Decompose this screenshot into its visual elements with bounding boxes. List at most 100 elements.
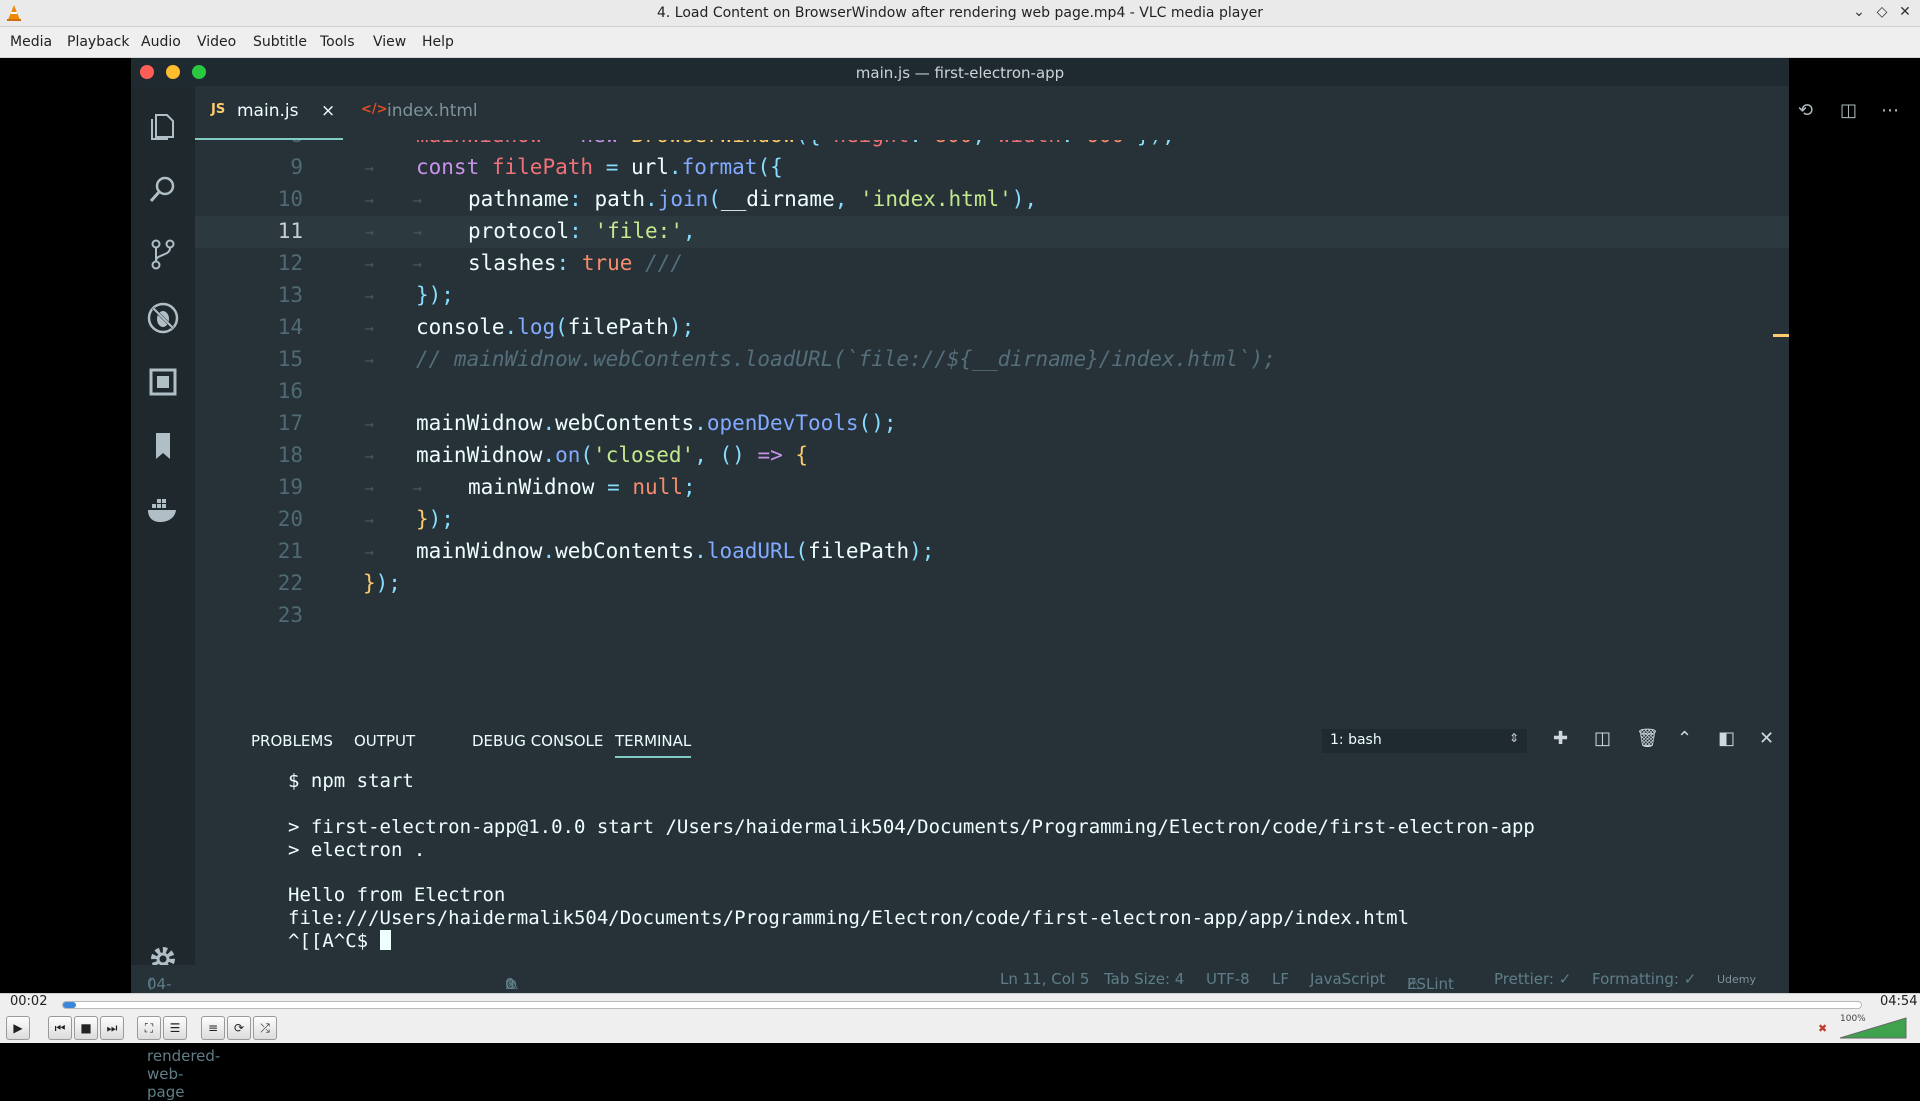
menu-playback[interactable]: Playback — [67, 27, 129, 50]
menu-video[interactable]: Video — [197, 27, 236, 50]
close-icon[interactable]: ✕ — [1896, 4, 1914, 20]
prettier-status[interactable]: Prettier: ✓ — [1494, 970, 1571, 988]
new-terminal-icon[interactable]: ✚ — [1553, 728, 1568, 749]
select-arrow-icon: ⇕ — [1508, 731, 1519, 745]
terminal-cursor — [379, 930, 391, 950]
menu-tools[interactable]: Tools — [320, 27, 355, 50]
toggle-panel-position-icon[interactable]: ◧ — [1718, 728, 1735, 749]
javascript-file-icon: JS — [211, 102, 226, 117]
panel-tab-output[interactable]: OUTPUT — [354, 732, 415, 750]
search-icon — [149, 176, 175, 202]
code-line: 19 → → mainWidnow = null; — [277, 475, 696, 499]
vscode-title-bar: main.js — first-electron-app — [131, 58, 1789, 86]
terminal-line: $ npm start — [288, 770, 414, 792]
code-line: 15 → // mainWidnow.webContents.loadURL(`… — [277, 347, 1276, 371]
player-controls: 00:02 04:54 ▶ ⏮ ■ ⏭ ⛶ ☰ ≡ ⟳ ⤮ ✖ 100% — [0, 993, 1920, 1043]
html-file-icon: </> — [361, 102, 388, 117]
menu-subtitle[interactable]: Subtitle — [253, 27, 307, 50]
code-line: 20 → }); — [277, 507, 454, 531]
minimize-icon[interactable]: ⌄ — [1850, 4, 1868, 20]
next-icon[interactable]: ⏭ — [100, 1016, 124, 1040]
tab-size[interactable]: Tab Size: 4 — [1104, 970, 1184, 988]
docker-icon — [148, 499, 176, 522]
menu-view[interactable]: View — [373, 27, 406, 50]
tab-index-html[interactable]: </> index.html — [351, 86, 491, 140]
menu-media[interactable]: Media — [10, 27, 52, 50]
tab-label: main.js — [237, 101, 299, 121]
code-line: 12 → → slashes: true /// — [277, 251, 683, 275]
close-panel-icon[interactable]: ✕ — [1759, 728, 1774, 749]
code-line: 14 → console.log(filePath); — [277, 315, 695, 339]
explorer-icon — [151, 114, 174, 140]
status-bar: ᚴ 04-loading-page-after-rendered-web-pag… — [131, 965, 1789, 1101]
maximize-icon[interactable]: ◇ — [1873, 4, 1891, 20]
code-line: 9 → const filePath = url.format({ — [290, 155, 783, 179]
terminal-line: Hello from Electron — [288, 884, 506, 906]
seek-bar[interactable] — [62, 1001, 1862, 1009]
seek-progress — [63, 1002, 76, 1008]
play-button[interactable]: ▶ — [6, 1016, 30, 1040]
scrollbar-marker — [1773, 334, 1789, 337]
panel-tab-problems[interactable]: PROBLEMS — [251, 732, 333, 750]
loop-icon[interactable]: ⟳ — [227, 1016, 251, 1040]
vscode-window: main.js — first-electron-app JS main.js … — [131, 58, 1899, 1101]
activity-bar — [131, 86, 195, 993]
code-line: 23 — [277, 603, 303, 627]
editor-tab-bar: JS main.js × </> index.html ⟲ ◫ ⋯ — [195, 86, 1899, 140]
encoding[interactable]: UTF-8 — [1206, 970, 1250, 988]
tab-label: index.html — [387, 101, 478, 121]
elapsed-time: 00:02 — [10, 994, 48, 1009]
maximize-panel-icon[interactable]: ⌃ — [1677, 728, 1692, 749]
more-actions-icon[interactable]: ⋯ — [1881, 100, 1899, 121]
tab-main-js[interactable]: JS main.js × — [195, 86, 343, 140]
bookmark-icon — [156, 433, 170, 459]
total-time: 04:54 — [1880, 994, 1918, 1009]
formatting-status[interactable]: Formatting: ✓ — [1592, 970, 1696, 988]
code-line: 17 → mainWidnow.webContents.openDevTools… — [277, 411, 897, 435]
code-line: 8 → mainWidnow = new BrowserWindow({ hei… — [195, 140, 1789, 152]
previous-icon[interactable]: ⏮ — [48, 1016, 72, 1040]
code-line: 18 → mainWidnow.on('closed', () => { — [277, 443, 809, 467]
split-terminal-icon[interactable]: ◫ — [1594, 728, 1611, 749]
udemy-watermark: Udemy — [1717, 973, 1757, 986]
terminal-line: file:///Users/haidermalik504/Documents/P… — [288, 907, 1410, 929]
vlc-title-bar: 4. Load Content on BrowserWindow after r… — [0, 0, 1920, 27]
code-line: 10 → → pathname: path.join(__dirname, 'in… — [277, 187, 1038, 211]
volume-slider[interactable]: 100% — [1838, 1014, 1908, 1040]
shuffle-icon[interactable]: ⤮ — [253, 1016, 277, 1040]
panel-tab-debug-console[interactable]: DEBUG CONSOLE — [472, 732, 603, 750]
menu-bar: Media Playback Audio Video Subtitle Tool… — [0, 27, 1920, 58]
bottom-panel: PROBLEMS OUTPUT DEBUG CONSOLE TERMINAL 1… — [195, 716, 1789, 976]
menu-help[interactable]: Help — [422, 27, 454, 50]
terminal-line: > first-electron-app@1.0.0 start /Users/… — [288, 816, 1535, 838]
menu-audio[interactable]: Audio — [141, 27, 181, 50]
panel-tab-terminal[interactable]: TERMINAL — [615, 732, 692, 758]
terminal-line: > electron . — [288, 839, 426, 861]
source-control-icon — [151, 239, 175, 270]
code-line: 16 — [277, 379, 303, 403]
cursor-position[interactable]: Ln 11, Col 5 — [1000, 970, 1089, 988]
terminal-prompt[interactable]: ^[[A^C$ — [288, 930, 391, 952]
terminal-select[interactable]: 1: bash ⇕ — [1322, 729, 1527, 753]
code-line: 21 → mainWidnow.webContents.loadURL(file… — [277, 539, 935, 563]
tab-close-icon[interactable]: × — [321, 101, 335, 121]
language-mode[interactable]: JavaScript — [1310, 970, 1385, 988]
code-line: 13 → }); — [277, 283, 454, 307]
trash-icon[interactable]: 🗑 — [1636, 728, 1659, 749]
video-area[interactable]: main.js — first-electron-app JS main.js … — [0, 58, 1920, 1101]
open-changes-icon[interactable]: ⟲ — [1798, 100, 1813, 121]
code-editor[interactable]: 8 → mainWidnow = new BrowserWindow({ hei… — [195, 140, 1789, 640]
vscode-window-title: main.js — first-electron-app — [855, 64, 1065, 82]
extended-settings-icon[interactable]: ☰ — [163, 1016, 187, 1040]
extensions-icon — [149, 368, 177, 396]
window-title: 4. Load Content on BrowserWindow after r… — [657, 5, 1263, 21]
playlist-icon[interactable]: ≡ — [201, 1016, 225, 1040]
fullscreen-icon[interactable]: ⛶ — [137, 1016, 161, 1040]
code-line: 22 }); — [277, 571, 401, 595]
debug-icon — [147, 302, 179, 334]
line-ending[interactable]: LF — [1272, 970, 1289, 988]
stop-icon[interactable]: ■ — [74, 1016, 98, 1040]
code-line-current: 11 → → protocol: 'file:', — [195, 216, 1789, 248]
mute-icon[interactable]: ✖ — [1818, 1022, 1827, 1035]
split-editor-icon[interactable]: ◫ — [1840, 100, 1857, 121]
